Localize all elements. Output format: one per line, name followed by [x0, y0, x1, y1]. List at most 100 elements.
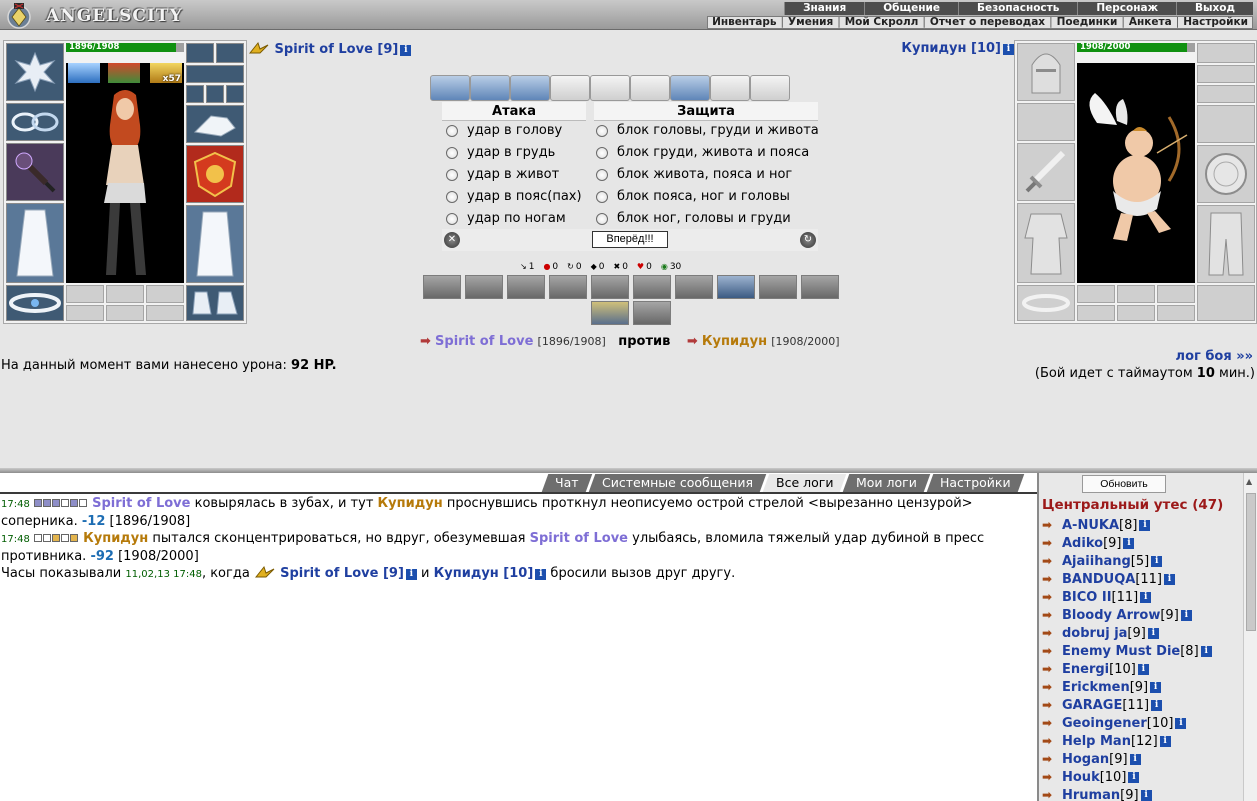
player-name[interactable]: Spirit of Love [9] i: [248, 41, 412, 57]
online-user[interactable]: ➡ Help Man [12] i: [1042, 732, 1242, 750]
attack-legs[interactable]: удар по ногам: [446, 208, 566, 230]
private-message-icon[interactable]: ➡: [1042, 518, 1062, 532]
skill-9[interactable]: [759, 275, 797, 299]
scroll-slot-4[interactable]: [550, 75, 590, 101]
vs-player-name[interactable]: Spirit of Love: [435, 334, 533, 349]
opp-shield-slot[interactable]: [1197, 145, 1255, 203]
user-name[interactable]: Erickmen: [1062, 680, 1130, 695]
nav-security[interactable]: Безопасность: [957, 2, 1078, 15]
small-slot-1[interactable]: [186, 85, 204, 103]
gold-buff-icon[interactable]: x57: [150, 63, 182, 84]
block-4[interactable]: блок пояса, ног и головы: [596, 186, 790, 208]
attack-groin[interactable]: удар в пояс(пах): [446, 186, 582, 208]
user-name[interactable]: GARAGE: [1062, 698, 1122, 713]
skill-12[interactable]: [633, 301, 671, 325]
online-user[interactable]: ➡ dobruj ja [9] i: [1042, 624, 1242, 642]
amulet-slot-2[interactable]: [216, 43, 244, 63]
nav-exit[interactable]: Выход: [1176, 2, 1253, 15]
private-message-icon[interactable]: ➡: [1042, 536, 1062, 550]
skill-10[interactable]: [801, 275, 839, 299]
info-icon[interactable]: i: [1151, 699, 1163, 711]
log-opponent-name[interactable]: Купидун: [378, 496, 443, 511]
nav-communication[interactable]: Общение: [864, 2, 958, 15]
private-message-icon[interactable]: ➡: [1042, 698, 1062, 712]
radio-attack-chest[interactable]: [446, 147, 458, 159]
user-name[interactable]: dobruj ja: [1062, 626, 1127, 641]
user-name[interactable]: BANDUQA: [1062, 572, 1135, 587]
info-icon[interactable]: i: [1175, 717, 1187, 729]
radio-block-3[interactable]: [596, 169, 608, 181]
tab-my-logs[interactable]: Мои логи: [842, 474, 931, 492]
private-message-icon[interactable]: ➡: [1042, 626, 1062, 640]
leggings-slot[interactable]: [186, 205, 244, 283]
radio-attack-head[interactable]: [446, 125, 458, 137]
user-name[interactable]: Hogan: [1062, 752, 1109, 767]
opp-ring-slot-3[interactable]: [1157, 285, 1195, 303]
radio-attack-legs[interactable]: [446, 213, 458, 225]
tab-chat[interactable]: Чат: [541, 474, 592, 492]
vs-opponent-name[interactable]: Купидун: [702, 334, 767, 349]
online-user[interactable]: ➡ Hruman [9] i: [1042, 786, 1242, 801]
user-name[interactable]: Houk: [1062, 770, 1100, 785]
small-slot-2[interactable]: [206, 85, 224, 103]
radio-attack-groin[interactable]: [446, 191, 458, 203]
earrings-slot[interactable]: [6, 103, 64, 141]
log-opponent-link[interactable]: Купидун [10]: [434, 566, 534, 581]
scrollbar-thumb[interactable]: [1246, 493, 1256, 631]
opp-rune-slot-1[interactable]: [1077, 305, 1115, 321]
private-message-icon[interactable]: ➡: [1042, 770, 1062, 784]
opp-rune-slot-3[interactable]: [1157, 305, 1195, 321]
online-user[interactable]: ➡ GARAGE [11] i: [1042, 696, 1242, 714]
online-user[interactable]: ➡ A-NUKA [8] i: [1042, 516, 1242, 534]
tab-system-messages[interactable]: Системные сообщения: [588, 474, 766, 492]
user-name[interactable]: Enemy Must Die: [1062, 644, 1180, 659]
online-user[interactable]: ➡ Erickmen [9] i: [1042, 678, 1242, 696]
necklace-slot[interactable]: [186, 65, 244, 83]
subnav-my-scroll[interactable]: Мой Скролл: [841, 17, 923, 28]
skill-2[interactable]: [465, 275, 503, 299]
info-icon[interactable]: i: [1200, 645, 1212, 657]
opp-earrings-slot[interactable]: [1017, 103, 1075, 141]
skill-4[interactable]: [549, 275, 587, 299]
radio-block-5[interactable]: [596, 213, 608, 225]
private-message-icon[interactable]: ➡: [1042, 734, 1062, 748]
rune-slot-3[interactable]: [146, 305, 184, 321]
private-message-icon[interactable]: ➡: [1042, 788, 1062, 801]
skip-turn-icon[interactable]: ✕: [444, 232, 460, 248]
private-message-icon[interactable]: ➡: [1042, 590, 1062, 604]
attack-chest[interactable]: удар в грудь: [446, 142, 555, 164]
info-icon[interactable]: i: [1139, 519, 1151, 531]
info-icon[interactable]: i: [535, 569, 547, 580]
block-5[interactable]: блок ног, головы и груди: [596, 208, 791, 230]
opp-small-slots[interactable]: [1197, 85, 1255, 103]
opp-weapon-slot[interactable]: [1017, 143, 1075, 201]
subnav-transfer-report[interactable]: Отчет о переводах: [926, 17, 1049, 28]
opp-rune-slot-2[interactable]: [1117, 305, 1155, 321]
logo[interactable]: ANGELSCITY: [4, 2, 183, 30]
subnav-settings[interactable]: Настройки: [1179, 17, 1252, 28]
user-name[interactable]: Energi: [1062, 662, 1109, 677]
user-name[interactable]: Bloody Arrow: [1062, 608, 1160, 623]
opp-belt-slot[interactable]: [1017, 285, 1075, 321]
radio-block-1[interactable]: [596, 125, 608, 137]
info-icon[interactable]: i: [1140, 591, 1152, 603]
player-info-icon[interactable]: i: [400, 45, 412, 56]
opp-leggings-slot[interactable]: [1197, 205, 1255, 283]
tab-settings[interactable]: Настройки: [926, 474, 1024, 492]
subnav-profile[interactable]: Анкета: [1125, 17, 1176, 28]
user-name[interactable]: A-NUKA: [1062, 518, 1119, 533]
ring-slot-1[interactable]: [66, 285, 104, 303]
block-1[interactable]: блок головы, груди и живота: [596, 120, 819, 142]
subnav-inventory[interactable]: Инвентарь: [708, 17, 780, 28]
opp-helmet-slot[interactable]: [1017, 43, 1075, 101]
online-user[interactable]: ➡ Bloody Arrow [9] i: [1042, 606, 1242, 624]
user-name[interactable]: Geoingener: [1062, 716, 1147, 731]
forward-button[interactable]: Вперёд!!!: [592, 231, 668, 248]
online-user[interactable]: ➡ Enemy Must Die [8] i: [1042, 642, 1242, 660]
block-3[interactable]: блок живота, пояса и ног: [596, 164, 792, 186]
scroll-slot-7[interactable]: [670, 75, 710, 101]
belt-slot[interactable]: [6, 285, 64, 321]
user-name[interactable]: Help Man: [1062, 734, 1131, 749]
scroll-slot-5[interactable]: [590, 75, 630, 101]
nav-knowledge[interactable]: Знания: [784, 2, 865, 15]
